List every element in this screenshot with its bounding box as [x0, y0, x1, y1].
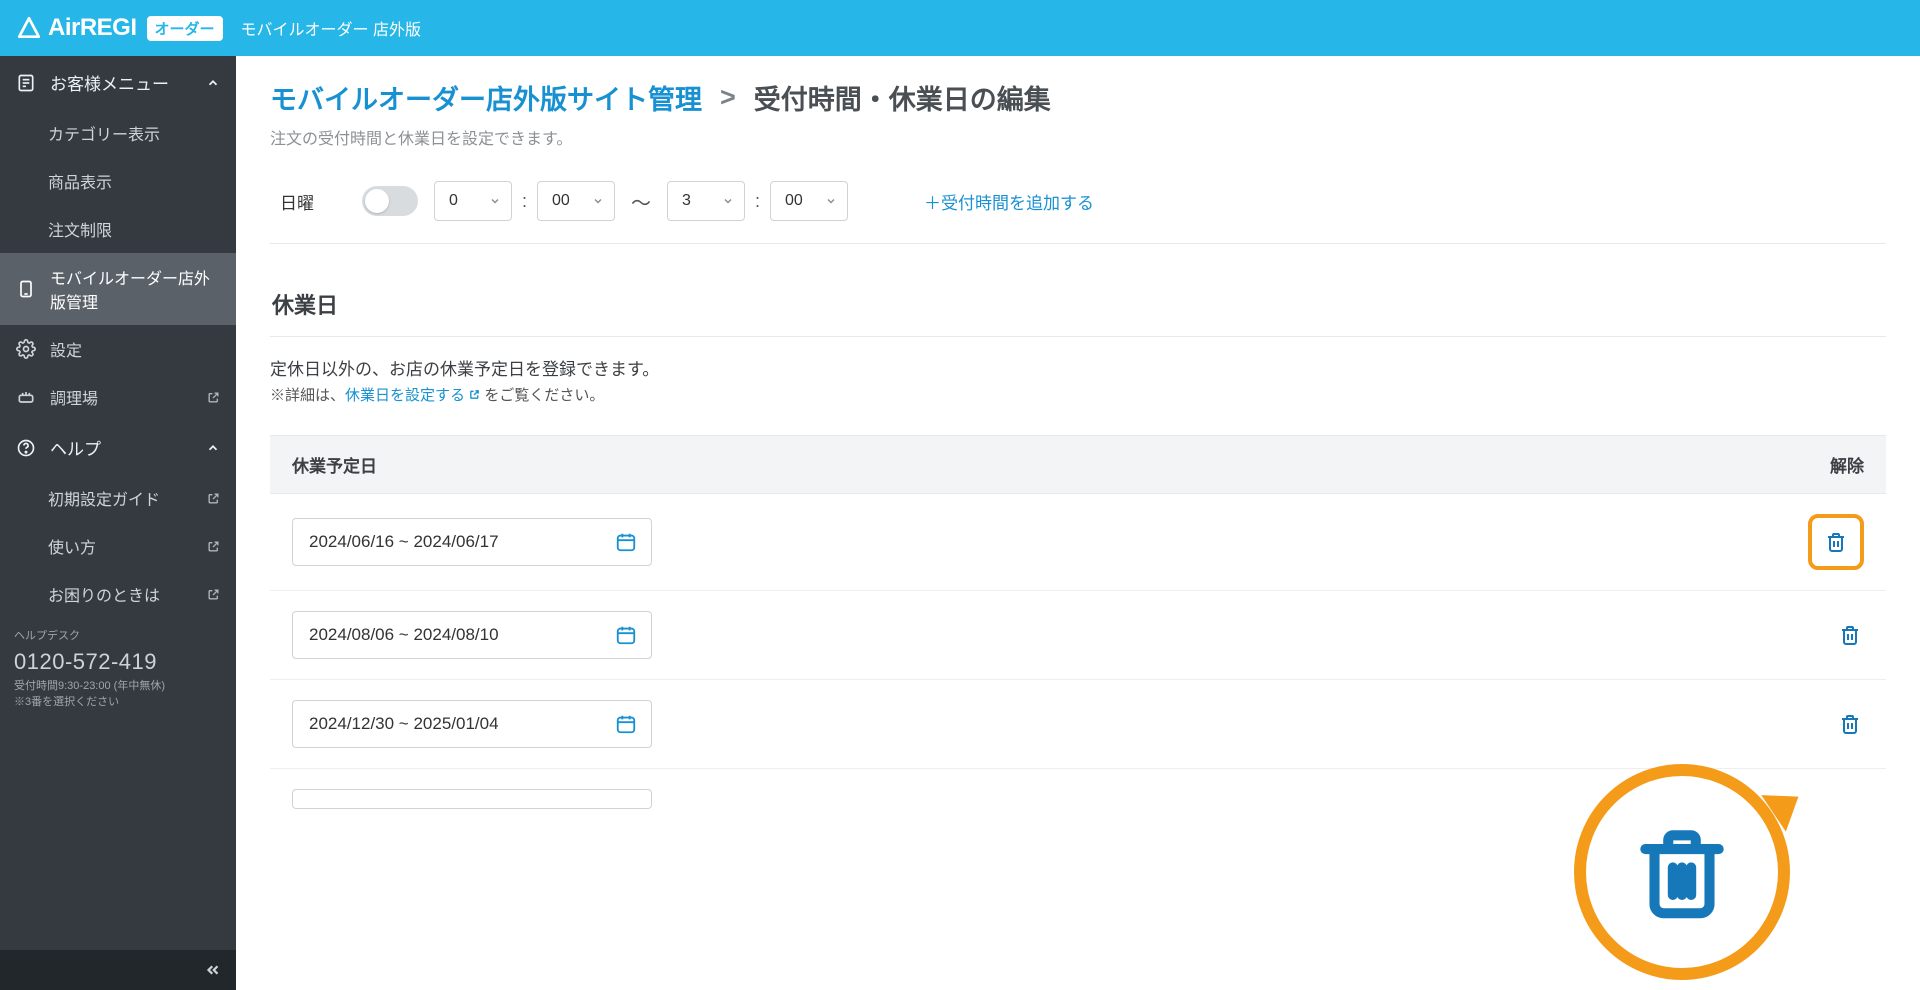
- sidebar-label: モバイルオーダー店外版管理: [50, 265, 220, 313]
- menu-icon: [16, 73, 36, 93]
- holiday-row: 2024/12/30 ~ 2025/01/04: [270, 680, 1886, 769]
- sidebar-label: 調理場: [50, 385, 98, 409]
- calendar-icon: [615, 713, 637, 735]
- sidebar-label: ヘルプ: [50, 435, 101, 460]
- reception-time-row: 日曜 0 : 00 〜 3 : 00 ＋受付時間を追加する: [270, 173, 1886, 244]
- sidebar-item-mobile-order-mgmt[interactable]: モバイルオーダー店外版管理: [0, 253, 236, 325]
- gear-icon: [16, 339, 36, 359]
- col-header-remove: 解除: [1830, 452, 1864, 477]
- helpdesk-phone: 0120-572-419: [14, 645, 222, 678]
- delete-holiday-button[interactable]: [1836, 621, 1864, 649]
- holiday-row: 2024/06/16 ~ 2024/06/17: [270, 494, 1886, 591]
- breadcrumb-sep: >: [720, 82, 736, 113]
- helpdesk-info: ヘルプデスク 0120-572-419 受付時間9:30-23:00 (年中無休…: [0, 618, 236, 721]
- sidebar-item-order-limit[interactable]: 注文制限: [0, 205, 236, 253]
- chevron-up-icon: [206, 76, 220, 90]
- help-icon: [16, 438, 36, 458]
- mobile-icon: [16, 279, 36, 299]
- day-toggle[interactable]: [362, 186, 418, 216]
- app-header: AirREGI オーダー モバイルオーダー 店外版: [0, 0, 1920, 56]
- time-colon: :: [522, 191, 527, 212]
- add-reception-time-link[interactable]: ＋受付時間を追加する: [924, 189, 1094, 214]
- breadcrumb-current: 受付時間・休業日の編集: [754, 78, 1051, 117]
- header-subtitle: モバイルオーダー 店外版: [241, 16, 421, 40]
- holiday-date-input[interactable]: 2024/06/16 ~ 2024/06/17: [292, 518, 652, 566]
- start-minute-select[interactable]: 00: [537, 181, 615, 221]
- chevron-down-icon: [489, 195, 501, 207]
- page-description: 注文の受付時間と休業日を設定できます。: [270, 125, 1886, 149]
- sidebar-item-category[interactable]: カテゴリー表示: [0, 109, 236, 157]
- external-link-icon: [207, 588, 220, 601]
- chevron-up-icon: [206, 441, 220, 455]
- end-minute-select[interactable]: 00: [770, 181, 848, 221]
- holiday-section-title: 休業日: [270, 288, 1886, 337]
- holiday-row: 2024/08/06 ~ 2024/08/10: [270, 591, 1886, 680]
- brand-badge: オーダー: [147, 16, 223, 41]
- calendar-icon: [615, 531, 637, 553]
- external-link-icon: [207, 492, 220, 505]
- kitchen-icon: [16, 387, 36, 407]
- holiday-help-link[interactable]: 休業日を設定する: [345, 387, 480, 404]
- brand-text: AirREGI: [48, 14, 137, 42]
- holiday-table-header: 休業予定日 解除: [270, 435, 1886, 494]
- chevron-down-icon: [592, 195, 604, 207]
- sidebar-item-kitchen[interactable]: 調理場: [0, 373, 236, 421]
- day-label: 日曜: [280, 189, 346, 214]
- main-content: モバイルオーダー店外版サイト管理 > 受付時間・休業日の編集 注文の受付時間と休…: [236, 56, 1920, 831]
- trash-icon: [1627, 817, 1737, 927]
- sidebar-section-help[interactable]: ヘルプ: [0, 421, 236, 474]
- external-link-icon: [207, 540, 220, 553]
- holiday-date-input[interactable]: 2024/08/06 ~ 2024/08/10: [292, 611, 652, 659]
- end-hour-select[interactable]: 3: [667, 181, 745, 221]
- sidebar-section-customer-menu[interactable]: お客様メニュー: [0, 56, 236, 109]
- sidebar: お客様メニュー カテゴリー表示 商品表示 注文制限 モバイルオーダー店外版管理 …: [0, 56, 236, 990]
- time-colon: :: [755, 191, 760, 212]
- sidebar-item-guide[interactable]: 初期設定ガイド: [0, 474, 236, 522]
- brand-mark-icon: [16, 15, 42, 41]
- sidebar-collapse-button[interactable]: [0, 950, 236, 990]
- sidebar-item-settings[interactable]: 設定: [0, 325, 236, 373]
- time-range-tilde: 〜: [631, 187, 651, 216]
- delete-holiday-button[interactable]: [1836, 710, 1864, 738]
- chevron-down-icon: [825, 195, 837, 207]
- sidebar-item-howto[interactable]: 使い方: [0, 522, 236, 570]
- holiday-date-input[interactable]: [292, 789, 652, 809]
- chevron-down-icon: [722, 195, 734, 207]
- holiday-section-desc: 定休日以外の、お店の休業予定日を登録できます。: [270, 355, 1886, 380]
- holiday-date-input[interactable]: 2024/12/30 ~ 2025/01/04: [292, 700, 652, 748]
- calendar-icon: [615, 624, 637, 646]
- delete-holiday-button[interactable]: [1822, 528, 1850, 556]
- breadcrumb-link[interactable]: モバイルオーダー店外版サイト管理: [270, 78, 702, 117]
- sidebar-item-trouble[interactable]: お困りのときは: [0, 570, 236, 618]
- chevron-double-left-icon: [204, 961, 222, 979]
- external-link-icon: [207, 391, 220, 404]
- start-hour-select[interactable]: 0: [434, 181, 512, 221]
- sidebar-label: 設定: [50, 337, 82, 361]
- sidebar-item-product[interactable]: 商品表示: [0, 157, 236, 205]
- breadcrumb: モバイルオーダー店外版サイト管理 > 受付時間・休業日の編集: [270, 78, 1886, 117]
- sidebar-label: お客様メニュー: [50, 70, 169, 95]
- holiday-section-note: ※詳細は、休業日を設定する をご覧ください。: [270, 384, 1886, 405]
- delete-holiday-highlight: [1808, 514, 1864, 570]
- brand-logo: AirREGI オーダー: [16, 14, 223, 42]
- external-link-icon: [469, 389, 480, 400]
- col-header-date: 休業予定日: [292, 452, 377, 477]
- callout-circle: [1574, 764, 1790, 980]
